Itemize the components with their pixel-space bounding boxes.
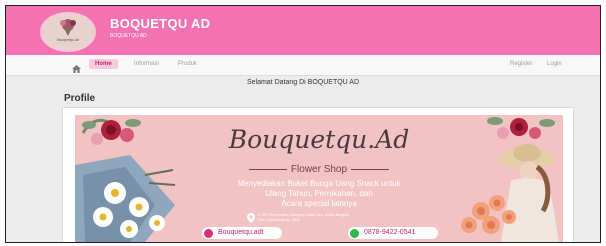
brand-title[interactable]: BOQUETQU AD [110, 16, 210, 31]
divider-right [351, 168, 390, 170]
logo-text: Bouquetqu.ad [57, 38, 79, 42]
instagram-badge[interactable]: Bouquetqu.adt [202, 227, 282, 239]
profile-card: Bouquetqu.Ad Flower Shop Menyediakan Buk… [62, 107, 574, 242]
whatsapp-number: 0878-9422-0541 [364, 229, 416, 236]
description-line-3: Acara special lainnya [281, 199, 357, 208]
flower-shop-text: Flower Shop [290, 164, 348, 175]
whatsapp-icon [350, 228, 359, 238]
banner-address: Jl. MTI Suprehman, Kampung Lalah, Kec. M… [257, 213, 437, 223]
flower-shop-label: Flower Shop [75, 164, 563, 175]
banner-description: Menyediakan Buket Bunga Uang Snack untuk… [75, 179, 563, 209]
home-icon[interactable] [72, 60, 81, 78]
navbar: Home Informasi Produk Register Login [6, 55, 600, 76]
instagram-icon [204, 228, 213, 238]
site-header: Bouquetqu.ad BOQUETQU AD BOQUETQU AD [6, 6, 600, 55]
description-line-1: Menyediakan Buket Bunga Uang Snack untuk [237, 179, 401, 188]
nav-home[interactable]: Home [89, 59, 118, 69]
divider-left [248, 168, 287, 170]
welcome-text: Selamat Datang Di BOQUETQU AD [246, 79, 360, 86]
nav-produk[interactable]: Produk [178, 61, 197, 67]
nav-login[interactable]: Login [547, 61, 562, 67]
brand-subtitle: BOQUETQU AD [110, 33, 147, 39]
banner-script-title: Bouquetqu.Ad [228, 125, 410, 154]
instagram-handle: Bouquetqu.adt [218, 229, 264, 236]
nav-register[interactable]: Register [510, 61, 532, 67]
whatsapp-badge[interactable]: 0878-9422-0541 [348, 227, 438, 239]
profile-heading: Profile [64, 93, 96, 104]
bouquet-logo-icon [42, 14, 94, 50]
address-line-2: Tulis, Kota Bengkulu, 3829 [257, 218, 300, 222]
description-line-2: Ulang Tahun, Pernikahan, dan [265, 189, 373, 198]
location-pin-icon [247, 213, 255, 223]
browser-viewport: Bouquetqu.ad BOQUETQU AD BOQUETQU AD Hom… [5, 5, 601, 243]
profile-banner: Bouquetqu.Ad Flower Shop Menyediakan Buk… [75, 115, 563, 242]
nav-informasi[interactable]: Informasi [134, 61, 159, 67]
brand-logo[interactable]: Bouquetqu.ad [40, 12, 96, 52]
